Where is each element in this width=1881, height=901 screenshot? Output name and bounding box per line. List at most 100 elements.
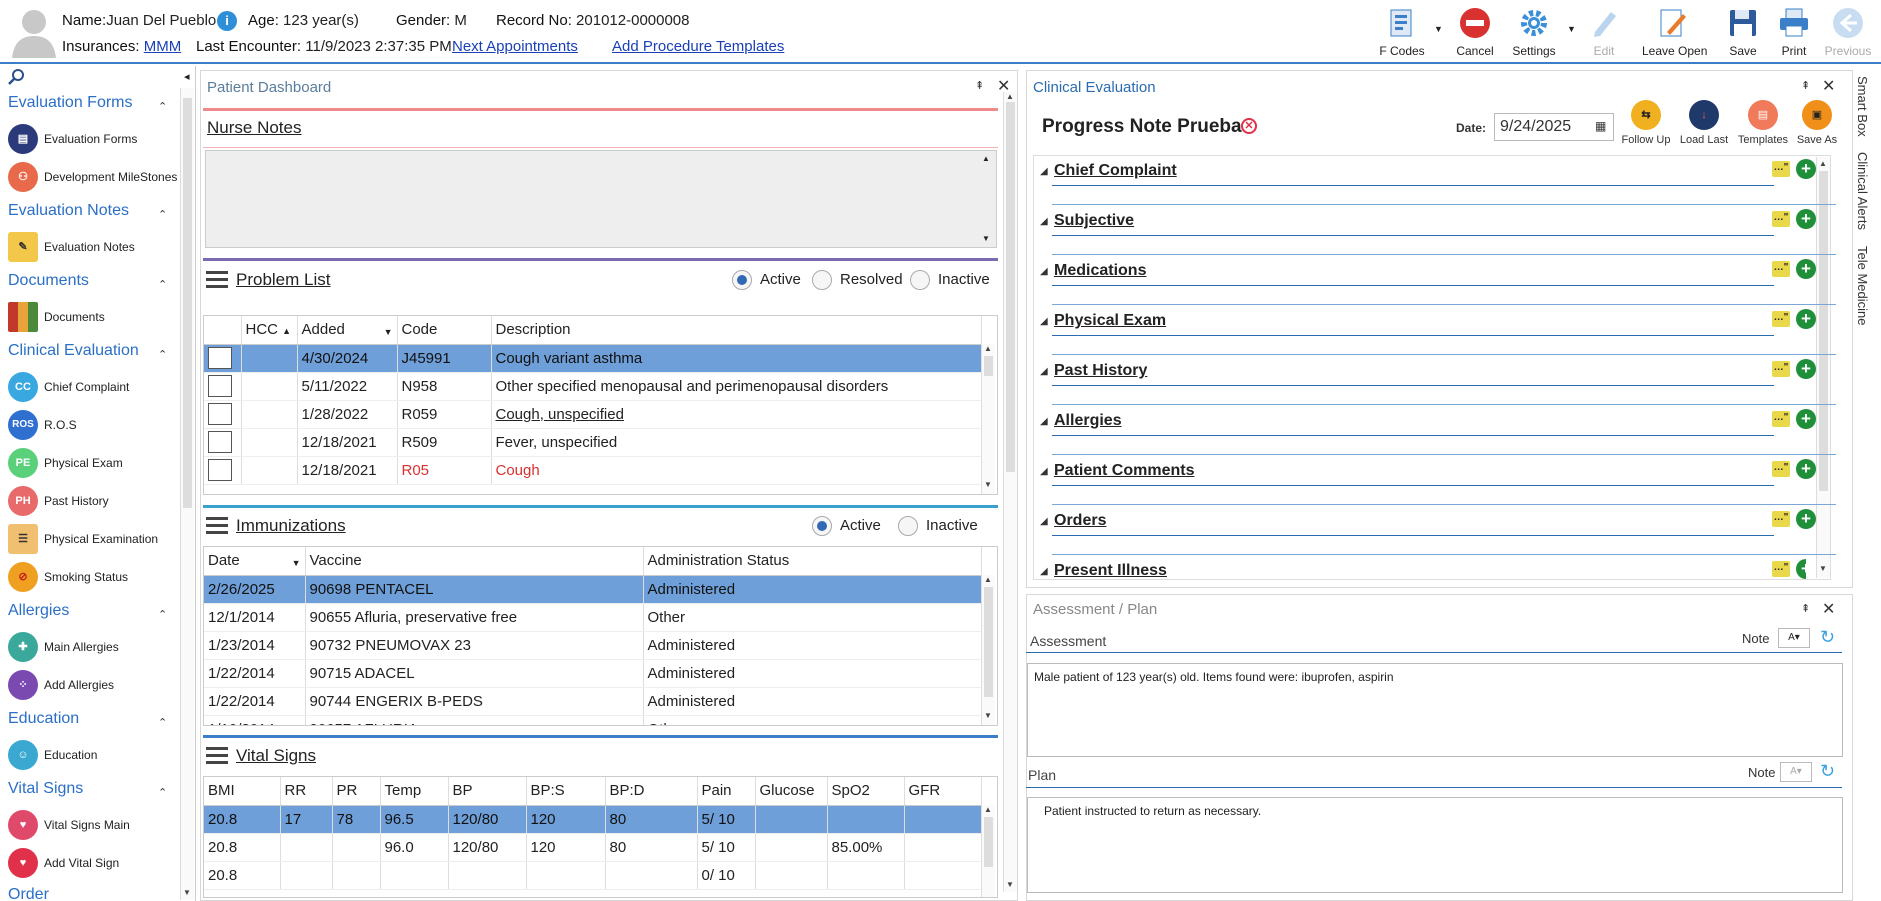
add-procedure-templates-link[interactable]: Add Procedure Templates [612,38,784,55]
insurance-link[interactable]: MMM [144,38,182,55]
nav-item-add-allergies[interactable]: ⁘ Add Allergies [8,670,188,702]
nav-item-vital-signs-main[interactable]: ♥ Vital Signs Main [8,810,188,842]
collapse-icon[interactable]: ◢ [1040,266,1048,277]
pin-icon[interactable]: ⇞ [1801,602,1810,615]
collapse-icon[interactable]: ◢ [1040,566,1048,577]
table-row[interactable]: 12/1/2014 90655 Afluria, preservative fre… [204,603,982,632]
nav-section-order[interactable]: Order [8,886,49,901]
previous-button[interactable]: Previous [1818,4,1878,60]
chevron-up-icon[interactable]: ⌃ [158,208,167,221]
section-subjective[interactable]: ◢ Subjective …" + [1036,208,1836,258]
quote-icon[interactable]: …" [1772,461,1790,477]
immunization-filter-active-radio[interactable]: Active [812,516,881,536]
table-row[interactable]: 1/28/2022 R059 Cough, unspecified [204,400,982,429]
tab-clinical-alerts[interactable]: Clinical Alerts [1855,152,1870,230]
chevron-up-icon[interactable]: ⌃ [158,716,167,729]
vital-signs-scrollbar[interactable]: ▲ [981,805,995,897]
close-icon[interactable]: ✕ [1822,76,1835,96]
collapse-nav-icon[interactable]: ◂ [184,70,190,83]
table-row[interactable]: 1/10/201490657 AFLURIAOther [204,715,982,725]
quote-icon[interactable]: …" [1772,211,1790,227]
nav-item-education[interactable]: ☺ Education [8,740,188,772]
add-icon[interactable]: + [1796,309,1816,329]
nav-item-physical-examination[interactable]: ☰ Physical Examination [8,524,188,556]
leave-open-button[interactable]: Leave Open [1642,4,1707,60]
chevron-up-icon[interactable]: ⌃ [158,608,167,621]
menu-icon[interactable] [206,747,228,765]
section-past-history[interactable]: ◢ Past History …" + [1036,358,1836,408]
nav-section-allergies[interactable]: Allergies [8,602,69,620]
fcodes-button[interactable]: F Codes [1372,4,1432,60]
collapse-icon[interactable]: ◢ [1040,516,1048,527]
close-icon[interactable]: ✕ [1822,599,1835,619]
add-icon[interactable]: + [1796,459,1816,479]
search-icon[interactable] [8,68,26,86]
filter-active-radio[interactable]: Active [732,270,801,290]
plan-textarea[interactable]: Patient instructed to return as necessar… [1027,797,1843,893]
templates-button[interactable]: ▤ Templates [1733,100,1793,146]
quote-icon[interactable]: …" [1772,161,1790,177]
clinical-sections-scrollbar[interactable]: ▲ ▼ [1816,157,1830,578]
nav-item-add-vital-sign[interactable]: ♥ Add Vital Sign [8,848,188,880]
table-row[interactable]: 20.8 96.0 120/80 120 80 5/ 10 85.00% [204,833,982,862]
table-row[interactable]: 1/22/2014 90715 ADACEL Administered [204,659,982,688]
nav-item-development-milestones[interactable]: ⚇ Development MileStones [8,162,188,194]
collapse-icon[interactable]: ◢ [1040,166,1048,177]
row-checkbox[interactable] [208,459,232,481]
date-picker[interactable]: 9/24/2025 ▦ [1494,113,1614,141]
refresh-icon[interactable]: ↻ [1820,761,1835,782]
chevron-up-icon[interactable]: ⌃ [158,278,167,291]
tab-tele-medicine[interactable]: Tele Medicine [1855,246,1870,326]
quote-icon[interactable]: …" [1772,261,1790,277]
save-as-button[interactable]: ▣ Save As [1787,100,1847,146]
filter-inactive-radio[interactable]: Inactive [910,270,990,290]
table-row[interactable]: 5/11/2022 N958 Other specified menopausa… [204,372,982,401]
menu-icon[interactable] [206,271,228,289]
nav-item-documents[interactable]: Documents [8,302,188,334]
nav-section-education[interactable]: Education [8,710,79,728]
nav-item-smoking-status[interactable]: ⊘ Smoking Status [8,562,188,594]
nav-item-physical-exam[interactable]: PE Physical Exam [8,448,188,480]
immunization-filter-inactive-radio[interactable]: Inactive [898,516,978,536]
fcodes-dropdown-icon[interactable]: ▼ [1434,24,1443,34]
next-appointments-link[interactable]: Next Appointments [452,38,578,55]
remove-note-icon[interactable]: ✕ [1241,118,1257,134]
table-row[interactable]: 20.8 17 78 96.5 120/80 120 80 5/ 10 [204,805,982,834]
nav-item-evaluation-forms[interactable]: ▤ Evaluation Forms [8,124,188,156]
nav-section-documents[interactable]: Documents [8,272,89,290]
follow-up-button[interactable]: ⇆ Follow Up [1616,100,1676,146]
calendar-icon[interactable]: ▦ [1595,119,1606,133]
dashboard-scrollbar[interactable]: ▲ ▼ [1003,92,1017,892]
collapse-icon[interactable]: ◢ [1040,316,1048,327]
pin-icon[interactable]: ⇞ [1801,79,1810,92]
nav-item-ros[interactable]: ROS R.O.S [8,410,188,442]
nurse-notes-textarea[interactable] [205,150,997,248]
add-icon[interactable]: + [1796,209,1816,229]
section-medications[interactable]: ◢ Medications …" + [1036,258,1836,308]
add-icon[interactable]: + [1796,409,1816,429]
row-checkbox[interactable] [208,403,232,425]
chevron-up-icon[interactable]: ⌃ [158,786,167,799]
scroll-down-icon[interactable]: ▼ [982,234,990,243]
nav-section-vital-signs[interactable]: Vital Signs [8,780,83,798]
nav-section-evaluation-notes[interactable]: Evaluation Notes [8,202,129,220]
table-row[interactable]: 12/18/2021 R05 Cough [204,456,982,485]
add-icon[interactable]: + [1796,509,1816,529]
table-row[interactable]: 1/23/2014 90732 PNEUMOVAX 23 Administered [204,631,982,660]
quote-icon[interactable]: …" [1772,361,1790,377]
table-row[interactable]: 12/18/2021 R509 Fever, unspecified [204,428,982,457]
table-row[interactable]: 2/26/2025 90698 PENTACEL Administered [204,575,982,604]
quote-icon[interactable]: …" [1772,511,1790,527]
add-icon[interactable]: + [1796,259,1816,279]
cancel-button[interactable]: Cancel [1445,4,1505,60]
table-row[interactable]: 20.8 0/ 10 [204,861,982,890]
menu-icon[interactable] [206,517,228,535]
assessment-textarea[interactable]: Male patient of 123 year(s) old. Items f… [1027,663,1843,757]
add-icon[interactable]: + [1796,359,1816,379]
table-row[interactable]: 1/22/2014 90744 ENGERIX B-PEDS Administere… [204,687,982,716]
quote-icon[interactable]: …" [1772,411,1790,427]
section-present-illness[interactable]: ◢Present Illness…"+ [1036,558,1806,580]
add-icon[interactable]: + [1796,159,1816,179]
section-chief-complaint[interactable]: ◢ Chief Complaint …" + [1036,158,1836,208]
pin-icon[interactable]: ⇞ [975,79,984,92]
